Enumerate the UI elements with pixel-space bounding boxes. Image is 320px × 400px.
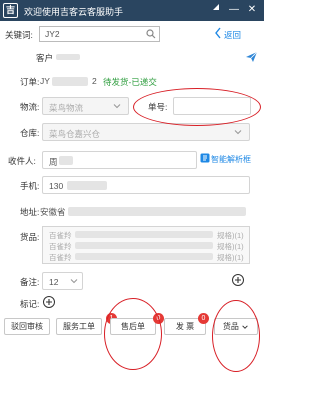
after-sale-button[interactable]: 售后单 <box>110 318 156 335</box>
annotation-ellipse <box>212 300 260 372</box>
receiver-redacted <box>59 156 73 165</box>
plus-icon <box>46 299 52 305</box>
phone-input[interactable]: 130 <box>42 176 250 194</box>
logistics-select[interactable]: 菜鸟物流 <box>42 97 129 115</box>
tag-label: 标记: <box>20 299 40 309</box>
goods-line: 百雀羚 <box>49 242 72 251</box>
window-title: 欢迎使用吉客云客服助手 <box>24 7 124 17</box>
search-icon[interactable] <box>146 29 156 39</box>
smart-parse-icon[interactable] <box>200 153 210 163</box>
goods-line: 百雀羚 <box>49 253 72 262</box>
remark-select[interactable]: 12 <box>42 272 83 290</box>
order-status: 待发货-已递交 <box>103 77 157 87</box>
warehouse-value: 菜鸟仓嘉兴仓 <box>49 129 101 139</box>
warehouse-label: 仓库: <box>20 128 40 138</box>
invoice-badge: 0 <box>198 313 209 324</box>
customer-name-redacted <box>56 54 80 60</box>
chevron-down-icon <box>113 104 121 109</box>
action-bar: 驳回审核 服务工单 1 售后单 0 发 票 0 货品 <box>0 313 264 336</box>
add-remark-button[interactable] <box>232 274 244 286</box>
goods-label: 货品: <box>20 232 40 242</box>
goods-spec: 规格)(1) <box>217 242 244 251</box>
goods-button-label: 货品 <box>222 322 239 331</box>
chevron-down-icon <box>242 325 248 329</box>
goods-spec: 规格)(1) <box>217 231 244 240</box>
plus-icon <box>235 277 241 283</box>
goods-redacted <box>75 242 213 249</box>
receiver-label: 收件人: <box>8 156 36 166</box>
search-input[interactable]: JY2 <box>39 26 160 42</box>
after-sale-badge: 0 <box>153 313 164 324</box>
send-icon[interactable] <box>245 51 258 63</box>
add-tag-button[interactable] <box>43 296 55 308</box>
search-row: 关键词: JY2 返回 <box>0 25 264 43</box>
back-arrow-icon[interactable] <box>214 27 223 39</box>
pin-glyph <box>213 4 219 10</box>
close-button[interactable]: ✕ <box>244 2 260 18</box>
goods-dropdown-button[interactable]: 货品 <box>214 318 258 335</box>
search-value: JY2 <box>45 29 60 39</box>
tracking-label: 单号: <box>148 102 168 112</box>
address-value[interactable]: 安徽省 <box>40 206 66 218</box>
goods-redacted <box>75 253 213 260</box>
chevron-down-icon <box>70 279 78 284</box>
phone-value: 130 <box>49 181 64 191</box>
logistics-value: 菜鸟物流 <box>49 103 84 113</box>
order-number-redacted <box>52 77 88 86</box>
receiver-input[interactable]: 周 <box>42 151 197 169</box>
title-bar: 吉 欢迎使用吉客云客服助手 — ✕ <box>0 0 264 21</box>
search-label: 关键词: <box>5 30 33 40</box>
order-number-suffix[interactable]: 2 <box>92 76 97 86</box>
phone-redacted <box>67 181 107 190</box>
address-label: 地址: <box>20 207 40 217</box>
phone-label: 手机: <box>20 181 40 191</box>
logistics-label: 物流: <box>20 102 40 112</box>
address-redacted <box>68 207 246 216</box>
pin-icon[interactable] <box>208 2 224 18</box>
goods-line: 百雀羚 <box>49 231 72 240</box>
remark-label: 备注: <box>20 277 40 287</box>
order-label: 订单: <box>20 77 40 87</box>
goods-textarea[interactable]: 百雀羚 百雀羚 百雀羚 规格)(1) 规格)(1) 规格)(1) <box>42 226 250 264</box>
minimize-button[interactable]: — <box>226 2 242 18</box>
goods-redacted <box>75 231 213 238</box>
reject-review-button[interactable]: 驳回审核 <box>4 318 50 335</box>
app-logo: 吉 <box>3 3 18 18</box>
receiver-value: 周 <box>49 157 58 167</box>
smart-parse-link[interactable]: 智能解析框 <box>211 154 251 165</box>
service-ticket-button[interactable]: 服务工单 <box>56 318 102 335</box>
goods-spec: 规格)(1) <box>217 253 244 262</box>
remark-value: 12 <box>49 277 59 287</box>
back-link[interactable]: 返回 <box>224 29 241 41</box>
order-number-prefix[interactable]: JY <box>40 76 50 86</box>
chevron-down-icon <box>234 130 242 135</box>
tracking-number-input[interactable] <box>173 97 251 115</box>
warehouse-select[interactable]: 菜鸟仓嘉兴仓 <box>42 123 250 141</box>
customer-label: 客户 <box>36 53 54 63</box>
